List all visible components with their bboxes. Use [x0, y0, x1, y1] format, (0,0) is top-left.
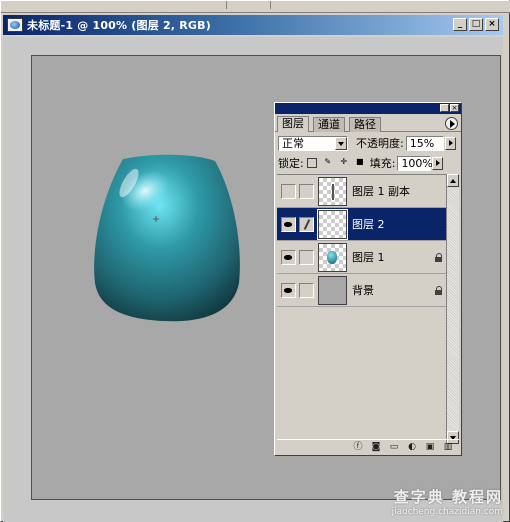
- tab-channels[interactable]: 通道: [313, 117, 345, 132]
- layer-name: 图层 1 副本: [352, 185, 410, 198]
- opacity-value: 15%: [409, 136, 435, 150]
- lock-fill-row: 锁定: ✎ ✛ ■ 填充: 100%: [278, 155, 444, 171]
- fill-value: 100%: [401, 156, 433, 170]
- top-strip: [1, 1, 510, 13]
- document-window: 未标题-1 @ 100% (图层 2, RGB) _ □ × × 图层 通道 路…: [0, 0, 510, 522]
- layer-name: 背景: [352, 284, 374, 297]
- layer-row[interactable]: 图层 1 副本: [277, 175, 447, 208]
- blend-opacity-row: 正常 不透明度: 15%: [278, 135, 456, 151]
- document-titlebar[interactable]: 未标题-1 @ 100% (图层 2, RGB) _ □ ×: [3, 15, 503, 35]
- fill-input[interactable]: 100%: [397, 155, 433, 171]
- visibility-toggle[interactable]: [281, 183, 296, 199]
- link-toggle[interactable]: [299, 183, 314, 199]
- eye-icon[interactable]: [281, 216, 296, 232]
- chevron-down-icon[interactable]: [335, 136, 347, 150]
- palette-close-button[interactable]: ×: [450, 104, 459, 112]
- lock-brush-icon[interactable]: ✎: [323, 158, 333, 168]
- lock-move-icon[interactable]: ✛: [339, 158, 349, 168]
- new-layer-icon[interactable]: ▣: [425, 442, 435, 452]
- link-toggle[interactable]: [299, 249, 314, 265]
- blend-mode-select[interactable]: 正常: [278, 135, 348, 151]
- fill-label: 填充:: [369, 157, 396, 170]
- layer-thumbnail: [318, 242, 347, 272]
- lock-all-icon[interactable]: ■: [355, 158, 365, 168]
- lock-transparency-icon[interactable]: [306, 158, 317, 168]
- opacity-slider-button[interactable]: [444, 136, 456, 150]
- layer-name: 图层 2: [352, 218, 385, 231]
- palette-menu-button[interactable]: [445, 117, 458, 130]
- minimize-button[interactable]: _: [453, 18, 467, 31]
- opacity-input[interactable]: 15%: [405, 135, 444, 151]
- eye-icon[interactable]: [281, 282, 296, 298]
- watermark: 查字典 教程网 jiaocheng.chazidian.com: [392, 486, 503, 517]
- mask-icon[interactable]: ◙: [371, 442, 381, 452]
- trash-icon[interactable]: ▥: [443, 442, 453, 452]
- blend-mode-value: 正常: [282, 137, 304, 150]
- fill-slider-button[interactable]: [432, 156, 444, 170]
- layers-scrollbar[interactable]: [446, 174, 459, 444]
- close-button[interactable]: ×: [485, 18, 499, 31]
- layers-list: 图层 1 副本 图层 2 图层 1 背景: [277, 174, 447, 444]
- maximize-button[interactable]: □: [469, 18, 483, 31]
- layer-thumbnail: [318, 176, 347, 206]
- palette-minimize-button[interactable]: [440, 104, 449, 112]
- palette-bottom-bar: ⓕ ◙ ▭ ◐ ▣ ▥: [277, 439, 459, 453]
- layer-thumbnail: [318, 275, 347, 305]
- photoshop-document-icon: [7, 18, 23, 32]
- layer-row[interactable]: 图层 1: [277, 241, 447, 274]
- brush-icon[interactable]: [299, 216, 314, 232]
- link-toggle[interactable]: [299, 282, 314, 298]
- opacity-label: 不透明度:: [356, 137, 404, 150]
- layer-row[interactable]: 图层 2: [277, 208, 447, 241]
- teal-vase-shape[interactable]: [93, 153, 241, 325]
- lock-icon: [435, 252, 443, 262]
- eye-icon[interactable]: [281, 249, 296, 265]
- tab-paths[interactable]: 路径: [349, 117, 381, 132]
- document-title: 未标题-1 @ 100% (图层 2, RGB): [27, 19, 211, 32]
- layers-palette: × 图层 通道 路径 正常 不透明度: 15% 锁定: ✎ ✛ ■ 填充: 10…: [274, 102, 462, 456]
- layer-row[interactable]: 背景: [277, 274, 447, 307]
- lock-label: 锁定:: [278, 157, 304, 170]
- lock-icon: [435, 285, 443, 295]
- layer-name: 图层 1: [352, 251, 385, 264]
- layer-thumbnail: [317, 208, 348, 240]
- adjustment-icon[interactable]: ◐: [407, 442, 417, 452]
- palette-titlebar[interactable]: ×: [275, 103, 461, 114]
- folder-icon[interactable]: ▭: [389, 442, 399, 452]
- watermark-sub: jiaocheng.chazidian.com: [391, 507, 503, 517]
- palette-tabs: 图层 通道 路径: [275, 116, 461, 132]
- watermark-main: 查字典 教程网: [393, 488, 503, 506]
- layer-style-icon[interactable]: ⓕ: [353, 442, 363, 452]
- scroll-up-button[interactable]: [447, 174, 459, 187]
- tab-layers[interactable]: 图层: [277, 116, 309, 132]
